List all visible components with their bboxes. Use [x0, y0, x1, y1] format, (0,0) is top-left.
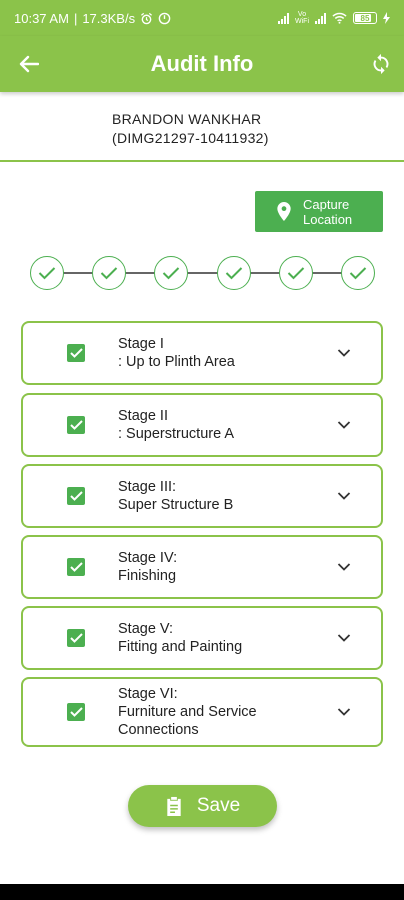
chevron-down-icon [337, 421, 351, 429]
data-saver-icon [158, 12, 171, 24]
capture-location-label: Capture Location [303, 196, 353, 227]
step-4 [217, 256, 251, 290]
checkmark-icon [69, 633, 83, 643]
stage-card-6[interactable]: Stage VI: Furniture and Service Connecti… [21, 677, 383, 747]
arrow-left-icon [19, 55, 39, 73]
step-1 [30, 256, 64, 290]
check-icon [287, 267, 305, 280]
stage-checkbox[interactable] [67, 416, 85, 434]
chevron-down-icon [337, 563, 351, 571]
status-bar: 10:37 AM | 17.3KB/s Vo WiFi 85 [0, 0, 404, 36]
checkmark-icon [69, 348, 83, 358]
checkmark-icon [69, 562, 83, 572]
capture-location-button[interactable]: Capture Location [255, 191, 383, 232]
alarm-icon [141, 12, 153, 24]
stage-label: Stage VI: Furniture and Service Connecti… [118, 686, 257, 738]
stage-checkbox[interactable] [67, 703, 85, 721]
status-time: 10:37 AM [14, 10, 69, 26]
app-bar: Audit Info [0, 36, 404, 92]
checkmark-icon [69, 491, 83, 501]
chevron-down-icon [337, 634, 351, 642]
stage-stepper [30, 256, 375, 290]
checkmark-icon [69, 707, 83, 717]
stage-checkbox[interactable] [67, 344, 85, 362]
stage-card-2[interactable]: Stage II : Superstructure A [21, 393, 383, 457]
check-icon [225, 267, 243, 280]
stage-checkbox[interactable] [67, 487, 85, 505]
step-6 [341, 256, 375, 290]
stage-label: Stage II : Superstructure A [118, 408, 235, 442]
person-info: BRANDON WANKHAR (DIMG21297-10411932) [112, 110, 269, 148]
stage-label: Stage V: Fitting and Painting [118, 621, 243, 655]
checkmark-icon [69, 420, 83, 430]
page-title: Audit Info [150, 51, 254, 76]
wifi-icon [332, 12, 347, 24]
sync-button[interactable] [366, 49, 396, 79]
header-divider [0, 160, 404, 162]
vowifi-badge: Vo WiFi [295, 11, 309, 25]
stage-card-1[interactable]: Stage I : Up to Plinth Area [21, 321, 383, 385]
stage-checkbox[interactable] [67, 629, 85, 647]
stage-label: Stage III: Super Structure B [118, 479, 234, 513]
chevron-down-icon [337, 349, 351, 357]
person-name: BRANDON WANKHAR [112, 111, 262, 127]
charging-icon [383, 12, 390, 24]
chevron-down-icon [337, 492, 351, 500]
battery-icon: 85 [353, 12, 377, 24]
step-5 [279, 256, 313, 290]
step-2 [92, 256, 126, 290]
clipboard-icon [167, 796, 181, 816]
save-label: Save [196, 795, 241, 816]
signal-icon-2 [315, 12, 326, 24]
stage-label: Stage IV: Finishing [118, 550, 178, 584]
back-button[interactable] [14, 50, 44, 78]
save-button[interactable]: Save [128, 785, 277, 827]
stage-label: Stage I : Up to Plinth Area [118, 336, 235, 370]
signal-icon [278, 12, 289, 24]
check-icon [38, 267, 56, 280]
check-icon [162, 267, 180, 280]
check-icon [349, 267, 367, 280]
stage-checkbox[interactable] [67, 558, 85, 576]
stage-card-5[interactable]: Stage V: Fitting and Painting [21, 606, 383, 670]
step-3 [154, 256, 188, 290]
chevron-down-icon [337, 708, 351, 716]
location-pin-icon [277, 202, 291, 221]
network-speed: 17.3KB/s [82, 10, 136, 26]
system-nav-bar [0, 884, 404, 900]
stage-card-4[interactable]: Stage IV: Finishing [21, 535, 383, 599]
stage-card-3[interactable]: Stage III: Super Structure B [21, 464, 383, 528]
check-icon [100, 267, 118, 280]
sync-icon [373, 53, 389, 75]
person-id: (DIMG21297-10411932) [112, 130, 269, 146]
